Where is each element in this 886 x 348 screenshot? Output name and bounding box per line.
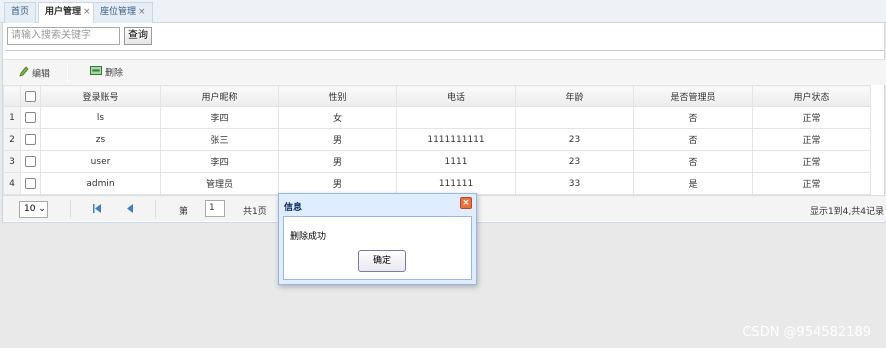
grid-toolbar: 编辑 删除 <box>3 59 886 85</box>
column-header[interactable]: 电话 <box>396 85 516 107</box>
row-checkbox[interactable] <box>25 178 36 189</box>
cell-admin: 是 <box>633 172 753 195</box>
table-row[interactable]: 2 zs 张三 男 1111111111 23 否 正常 <box>3 128 871 151</box>
row-checkbox[interactable] <box>25 156 36 167</box>
cell-gender: 男 <box>278 128 397 151</box>
cell-gender: 男 <box>278 150 397 173</box>
table-row[interactable]: 4 admin 管理员 男 111111 33 是 正常 <box>3 172 871 195</box>
tab-label: 用户管理 <box>45 7 82 17</box>
edit-label: 编辑 <box>32 69 51 80</box>
table-header: 登录账号 用户昵称 性别 电话 年龄 是否管理员 用户状态 <box>3 85 871 107</box>
cell-nickname: 李四 <box>160 150 279 173</box>
tab-label: 座位管理 <box>100 7 137 17</box>
cell-account: zs <box>40 128 161 151</box>
chevron-down-icon: ⌄ <box>38 204 46 214</box>
tab-user-management[interactable]: 用户管理 × <box>38 2 98 24</box>
row-number: 4 <box>3 172 21 195</box>
close-icon[interactable]: × <box>138 7 146 17</box>
pencil-icon <box>19 66 29 82</box>
table-row[interactable]: 3 user 李四 男 1111 23 否 正常 <box>3 150 871 173</box>
search-input[interactable]: 请输入搜索关键字 <box>7 27 120 45</box>
pager-separator <box>70 200 71 218</box>
toolbar-separator <box>67 64 68 82</box>
cell-nickname: 管理员 <box>160 172 279 195</box>
cell-status: 正常 <box>752 106 871 129</box>
first-page-icon[interactable] <box>93 204 101 216</box>
cell-nickname: 张三 <box>160 128 279 151</box>
table-row[interactable]: 1 ls 李四 女 否 正常 <box>3 106 871 129</box>
cell-gender: 女 <box>278 106 397 129</box>
close-icon[interactable]: × <box>83 7 91 17</box>
cell-age <box>515 106 634 129</box>
search-button[interactable]: 查询 <box>124 27 152 45</box>
row-checkbox-cell[interactable] <box>20 150 41 173</box>
cell-age: 23 <box>515 128 634 151</box>
edit-button[interactable]: 编辑 <box>19 66 50 80</box>
page-total: 共1页 <box>243 207 267 217</box>
column-header[interactable]: 用户状态 <box>752 85 871 107</box>
cell-age: 23 <box>515 150 634 173</box>
tab-home[interactable]: 首页 <box>4 2 37 23</box>
cell-admin: 否 <box>633 128 753 151</box>
column-header[interactable]: 是否管理员 <box>633 85 753 107</box>
cell-gender: 男 <box>278 172 397 195</box>
cell-admin: 否 <box>633 106 753 129</box>
row-number: 1 <box>3 106 21 129</box>
cell-account: user <box>40 150 161 173</box>
row-checkbox-cell[interactable] <box>20 128 41 151</box>
message-dialog: 信息 × 删除成功 确定 <box>278 193 477 285</box>
cell-status: 正常 <box>752 128 871 151</box>
close-icon[interactable]: × <box>460 197 472 209</box>
select-all-checkbox-cell[interactable] <box>20 85 41 107</box>
page-size-value: 10 <box>24 204 36 214</box>
tab-seat-management[interactable]: 座位管理 × <box>93 2 153 23</box>
cell-phone: 1111111111 <box>396 128 516 151</box>
page-prefix: 第 <box>179 207 189 217</box>
divider <box>5 50 885 51</box>
cell-phone: 1111 <box>396 150 516 173</box>
column-header[interactable]: 年龄 <box>515 85 634 107</box>
column-header[interactable]: 登录账号 <box>40 85 161 107</box>
user-table: 登录账号 用户昵称 性别 电话 年龄 是否管理员 用户状态 1 ls 李四 女 … <box>3 85 871 195</box>
page-number-input[interactable]: 1 <box>205 200 225 217</box>
cell-age: 33 <box>515 172 634 195</box>
column-header[interactable]: 性别 <box>278 85 397 107</box>
tab-label: 首页 <box>11 7 30 17</box>
row-checkbox-cell[interactable] <box>20 106 41 129</box>
cell-status: 正常 <box>752 150 871 173</box>
page-size-select[interactable]: 10 ⌄ <box>19 201 48 218</box>
dialog-message: 删除成功 <box>290 232 327 242</box>
row-number: 2 <box>3 128 21 151</box>
pager-separator <box>155 200 156 218</box>
cell-phone: 111111 <box>396 172 516 195</box>
row-checkbox-cell[interactable] <box>20 172 41 195</box>
select-all-checkbox[interactable] <box>25 90 36 102</box>
ok-button[interactable]: 确定 <box>358 250 406 272</box>
dialog-title: 信息 <box>284 203 303 213</box>
row-checkbox[interactable] <box>25 112 36 123</box>
delete-label: 删除 <box>105 68 124 79</box>
record-info: 显示1到4,共4记录 <box>809 207 884 217</box>
row-checkbox[interactable] <box>25 134 36 145</box>
dialog-body: 删除成功 确定 <box>283 216 472 280</box>
cell-nickname: 李四 <box>160 106 279 129</box>
cell-phone <box>396 106 516 129</box>
cell-account: ls <box>40 106 161 129</box>
cell-admin: 否 <box>633 150 753 173</box>
prev-page-icon[interactable] <box>127 204 133 216</box>
row-number: 3 <box>3 150 21 173</box>
delete-button[interactable]: 删除 <box>90 66 123 80</box>
row-number-header <box>3 85 21 107</box>
delete-icon <box>90 66 102 80</box>
cell-account: admin <box>40 172 161 195</box>
column-header[interactable]: 用户昵称 <box>160 85 279 107</box>
cell-status: 正常 <box>752 172 871 195</box>
tab-bar: 首页 用户管理 × 座位管理 × <box>0 0 886 24</box>
watermark: CSDN @954582189 <box>742 325 871 340</box>
